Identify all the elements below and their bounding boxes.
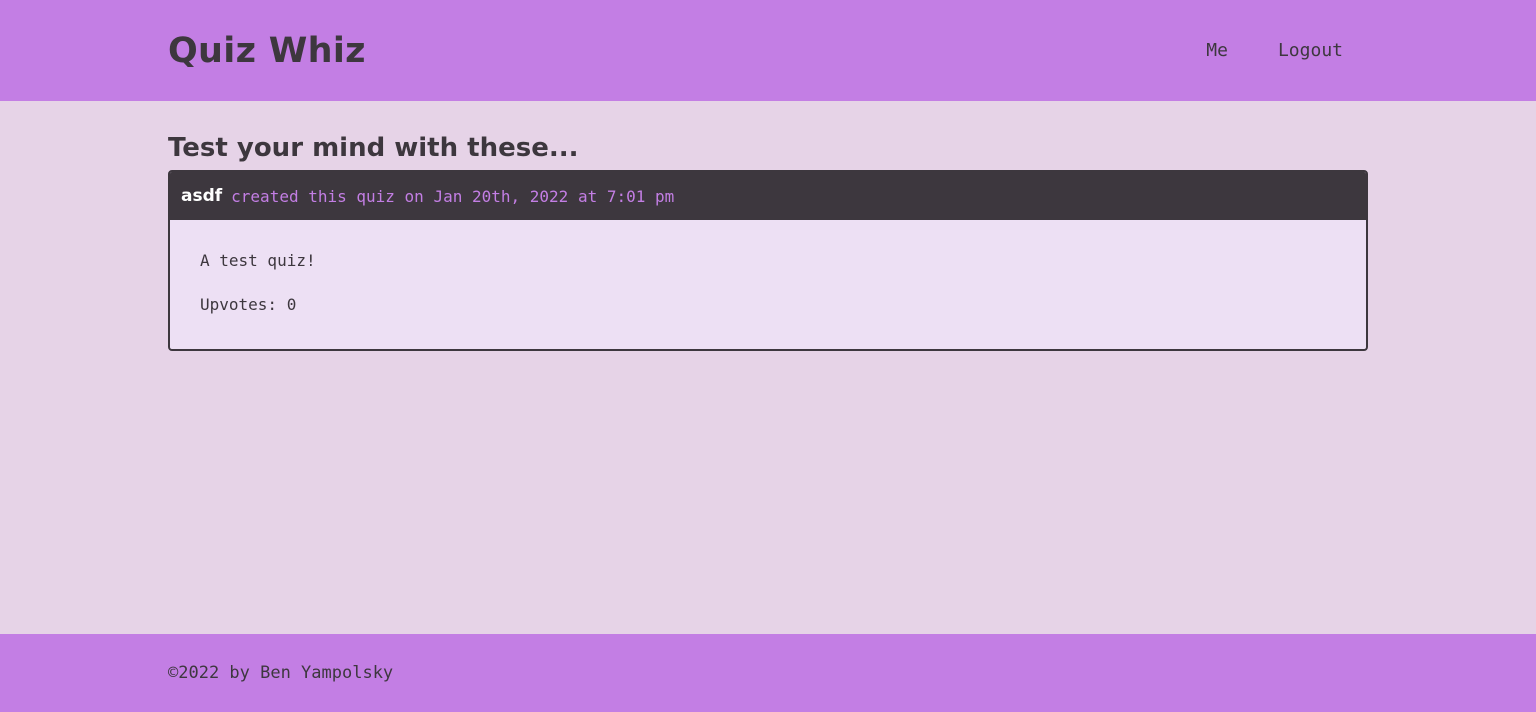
site-header: Quiz Whiz Me Logout: [0, 0, 1536, 101]
site-footer: ©2022 by Ben Yampolsky: [0, 634, 1536, 712]
quiz-card[interactable]: asdf created this quiz on Jan 20th, 2022…: [168, 170, 1368, 351]
quiz-description: A test quiz!: [200, 251, 316, 270]
quiz-upvotes: Upvotes: 0: [200, 295, 297, 314]
quiz-author[interactable]: asdf: [181, 186, 222, 206]
main-nav: Me Logout: [1206, 38, 1343, 64]
footer-copyright: ©2022 by Ben Yampolsky: [168, 663, 394, 683]
nav-link-me[interactable]: Me: [1206, 38, 1228, 64]
nav-link-logout[interactable]: Logout: [1278, 38, 1343, 64]
quiz-card-header: asdf created this quiz on Jan 20th, 2022…: [170, 172, 1366, 220]
quiz-created-meta: created this quiz on Jan 20th, 2022 at 7…: [231, 186, 675, 206]
section-title: Test your mind with these...: [168, 133, 579, 163]
quiz-card-body: A test quiz! Upvotes: 0: [170, 220, 1366, 314]
brand-logo[interactable]: Quiz Whiz: [168, 28, 366, 74]
